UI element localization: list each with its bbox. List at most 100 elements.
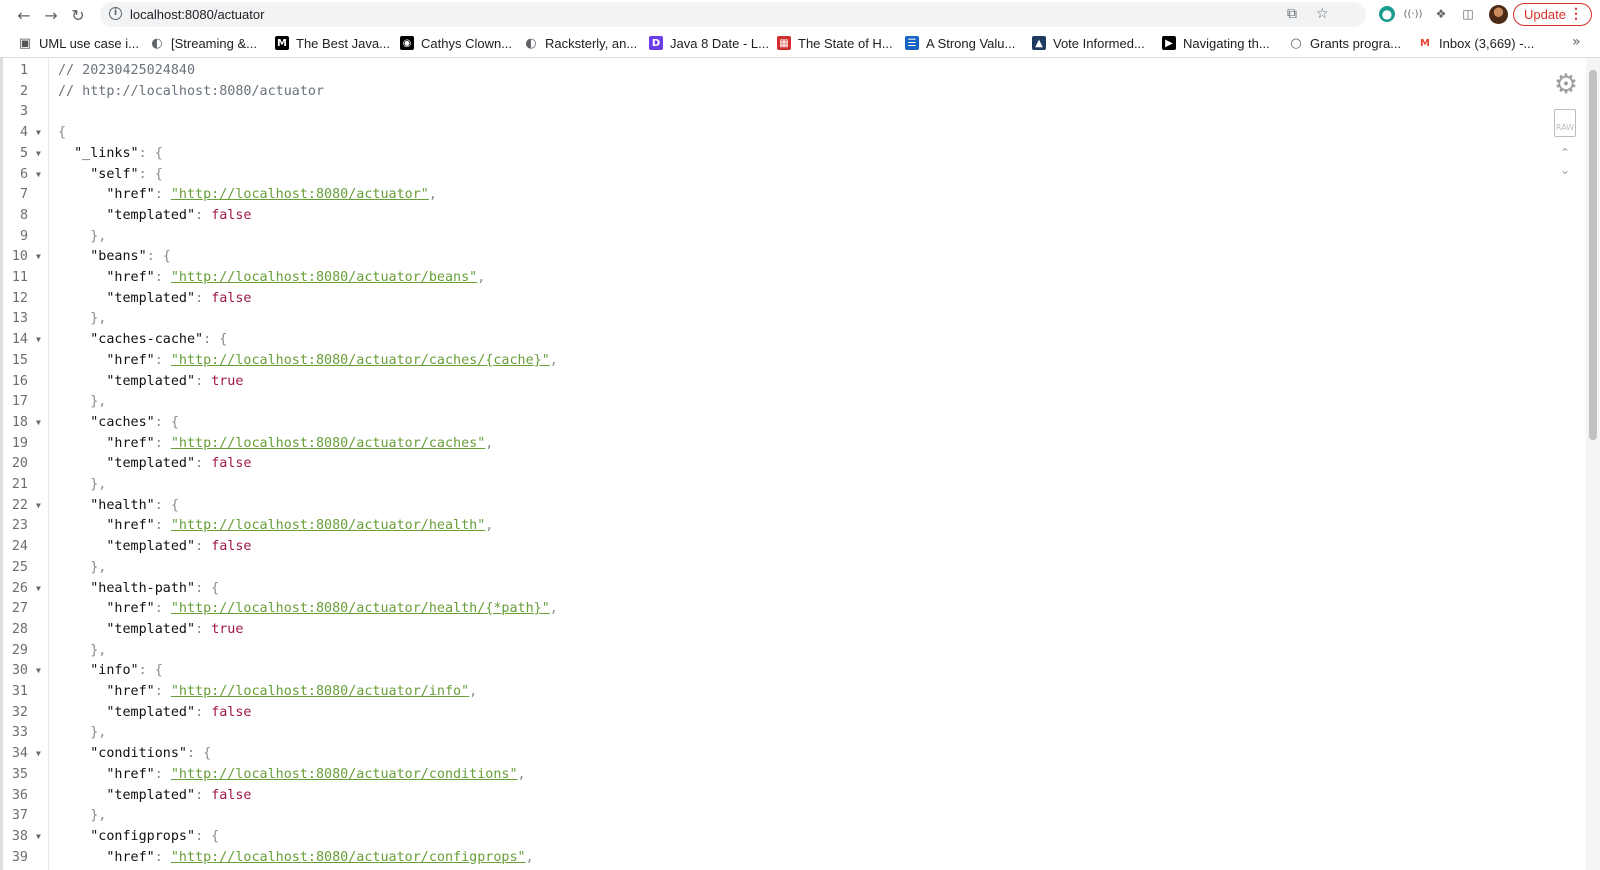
json-link-value[interactable]: "http://localhost:8080/actuator/beans" bbox=[171, 270, 477, 285]
punctuation: , bbox=[485, 518, 494, 534]
json-link-value[interactable]: "http://localhost:8080/actuator" bbox=[171, 187, 429, 202]
json-key: "templated" bbox=[58, 456, 196, 472]
address-bar[interactable]: i localhost:8080/actuator ⧉ ☆ bbox=[100, 2, 1366, 27]
bookmark-item[interactable]: ▶ Navigating th... bbox=[1162, 35, 1270, 51]
json-key: "info" bbox=[58, 663, 139, 679]
puzzle-icon[interactable]: ❖ bbox=[1433, 6, 1449, 22]
bookmark-label: The State of H... bbox=[798, 35, 893, 51]
code-content: "href": "http://localhost:8080/actuator"… bbox=[58, 185, 437, 206]
d-logo-icon: D bbox=[649, 36, 663, 50]
bookmark-item[interactable]: ☰ A Strong Valu... bbox=[905, 35, 1015, 51]
code-line: 4 ▼ { bbox=[0, 123, 1540, 144]
line-number: 11 bbox=[11, 270, 28, 285]
fold-toggle-icon[interactable]: ▼ bbox=[36, 496, 41, 517]
code-line: 37 }, bbox=[0, 806, 1540, 827]
chevron-up-icon[interactable]: ⌃ bbox=[1557, 146, 1573, 160]
punctuation: : bbox=[154, 849, 171, 865]
punctuation: , bbox=[485, 435, 494, 451]
forward-button[interactable]: → bbox=[40, 4, 62, 26]
code-content: "templated": false bbox=[58, 786, 251, 807]
json-link-value[interactable]: "http://localhost:8080/actuator/caches/{… bbox=[171, 353, 550, 368]
bookmark-item[interactable]: M The Best Java... bbox=[275, 35, 390, 51]
info-icon[interactable]: i bbox=[109, 7, 122, 20]
code-content: }, bbox=[58, 475, 106, 496]
json-boolean: false bbox=[211, 207, 252, 223]
line-number: 2 bbox=[19, 83, 28, 99]
ballot-icon: ▲ bbox=[1032, 36, 1046, 50]
bookmark-item[interactable]: ○ Grants progra... bbox=[1289, 35, 1401, 51]
punctuation: { bbox=[58, 125, 67, 141]
bookmark-item[interactable]: ◐ [Streaming &... bbox=[150, 35, 257, 51]
json-boolean: false bbox=[211, 456, 252, 472]
fold-toggle-icon[interactable]: ▼ bbox=[36, 744, 41, 765]
gear-icon[interactable]: ⚙ bbox=[1551, 70, 1581, 100]
fold-toggle-icon[interactable]: ▼ bbox=[36, 661, 41, 682]
json-link-value[interactable]: "http://localhost:8080/actuator/info" bbox=[171, 684, 469, 699]
code-content: "conditions": { bbox=[58, 744, 211, 765]
json-link-value[interactable]: "http://localhost:8080/actuator/conditio… bbox=[171, 767, 518, 782]
code-line: 12 "templated": false bbox=[0, 289, 1540, 310]
fold-toggle-icon[interactable]: ▼ bbox=[36, 247, 41, 268]
fold-toggle-icon[interactable]: ▼ bbox=[36, 413, 41, 434]
url-text[interactable]: localhost:8080/actuator bbox=[130, 7, 264, 22]
line-number: 10 bbox=[11, 249, 28, 265]
bookmark-label: Grants progra... bbox=[1310, 35, 1402, 51]
fold-toggle-icon[interactable]: ▼ bbox=[36, 579, 41, 600]
json-key: "health-path" bbox=[58, 580, 196, 596]
reload-button[interactable]: ↻ bbox=[67, 4, 89, 26]
punctuation: : bbox=[154, 518, 171, 534]
star-icon[interactable]: ☆ bbox=[1316, 6, 1329, 22]
json-link-value[interactable]: "http://localhost:8080/actuator/health/{… bbox=[171, 601, 550, 616]
code-line: 13 }, bbox=[0, 309, 1540, 330]
bookmark-item[interactable]: ▲ Vote Informed... bbox=[1032, 35, 1145, 51]
line-number: 35 bbox=[11, 766, 28, 782]
code-line: 21 }, bbox=[0, 475, 1540, 496]
json-key: "href" bbox=[58, 352, 155, 368]
bookmark-item[interactable]: ◐ Racksterly, an... bbox=[524, 35, 637, 51]
punctuation: : bbox=[154, 766, 171, 782]
chevron-down-icon[interactable]: ⌄ bbox=[1557, 163, 1573, 177]
line-number: 26 bbox=[11, 580, 28, 596]
scrollbar-thumb[interactable] bbox=[1589, 70, 1597, 440]
line-number: 30 bbox=[11, 663, 28, 679]
fold-toggle-icon[interactable]: ▼ bbox=[36, 144, 41, 165]
avatar[interactable] bbox=[1489, 5, 1508, 24]
fold-toggle-icon[interactable]: ▼ bbox=[36, 165, 41, 186]
bookmark-item[interactable]: ◉ Cathys Clown... bbox=[400, 35, 512, 51]
bookmark-item[interactable]: M Inbox (3,669) -... bbox=[1418, 35, 1534, 51]
share-icon[interactable]: ⧉ bbox=[1287, 6, 1297, 22]
more-bookmarks-icon[interactable]: » bbox=[1572, 34, 1581, 50]
line-number: 39 bbox=[11, 849, 28, 865]
back-button[interactable]: ← bbox=[13, 4, 35, 26]
code-content: }, bbox=[58, 806, 106, 827]
punctuation: : bbox=[154, 270, 171, 285]
bookmark-item[interactable]: D Java 8 Date - L... bbox=[649, 35, 769, 51]
code-content: { bbox=[58, 123, 66, 144]
line-number: 36 bbox=[11, 787, 28, 803]
punctuation: }, bbox=[58, 394, 107, 410]
json-link-value[interactable]: "http://localhost:8080/actuator/configpr… bbox=[171, 850, 526, 865]
punctuation: : bbox=[154, 187, 171, 203]
punctuation: }, bbox=[58, 808, 107, 824]
fold-toggle-icon[interactable]: ▼ bbox=[36, 330, 41, 351]
bookmark-item[interactable]: ▣ UML use case i... bbox=[18, 35, 139, 51]
extension-icon[interactable]: ● bbox=[1379, 6, 1395, 22]
json-boolean: false bbox=[211, 539, 252, 555]
side-panel-icon[interactable]: ◫ bbox=[1460, 6, 1476, 22]
raw-file-icon[interactable]: RAW bbox=[1554, 109, 1576, 137]
line-number: 17 bbox=[11, 394, 28, 410]
code-content: "href": "http://localhost:8080/actuator/… bbox=[58, 599, 558, 620]
bookmark-label: The Best Java... bbox=[296, 35, 390, 51]
arrow-right-icon: → bbox=[44, 5, 58, 25]
update-button[interactable]: Update ⋮ bbox=[1513, 3, 1592, 26]
json-key: "beans" bbox=[58, 249, 147, 265]
bookmark-item[interactable]: ▦ The State of H... bbox=[777, 35, 893, 51]
json-link-value[interactable]: "http://localhost:8080/actuator/health" bbox=[171, 518, 485, 533]
line-number: 25 bbox=[11, 559, 28, 575]
fold-toggle-icon[interactable]: ▼ bbox=[36, 827, 41, 848]
fold-toggle-icon[interactable]: ▼ bbox=[36, 123, 41, 144]
json-link-value[interactable]: "http://localhost:8080/actuator/caches" bbox=[171, 436, 485, 451]
extension-radio-icon[interactable]: ((·)) bbox=[1404, 6, 1423, 22]
more-menu-icon[interactable]: ⋮ bbox=[1569, 5, 1583, 22]
vertical-scrollbar[interactable] bbox=[1586, 58, 1600, 870]
